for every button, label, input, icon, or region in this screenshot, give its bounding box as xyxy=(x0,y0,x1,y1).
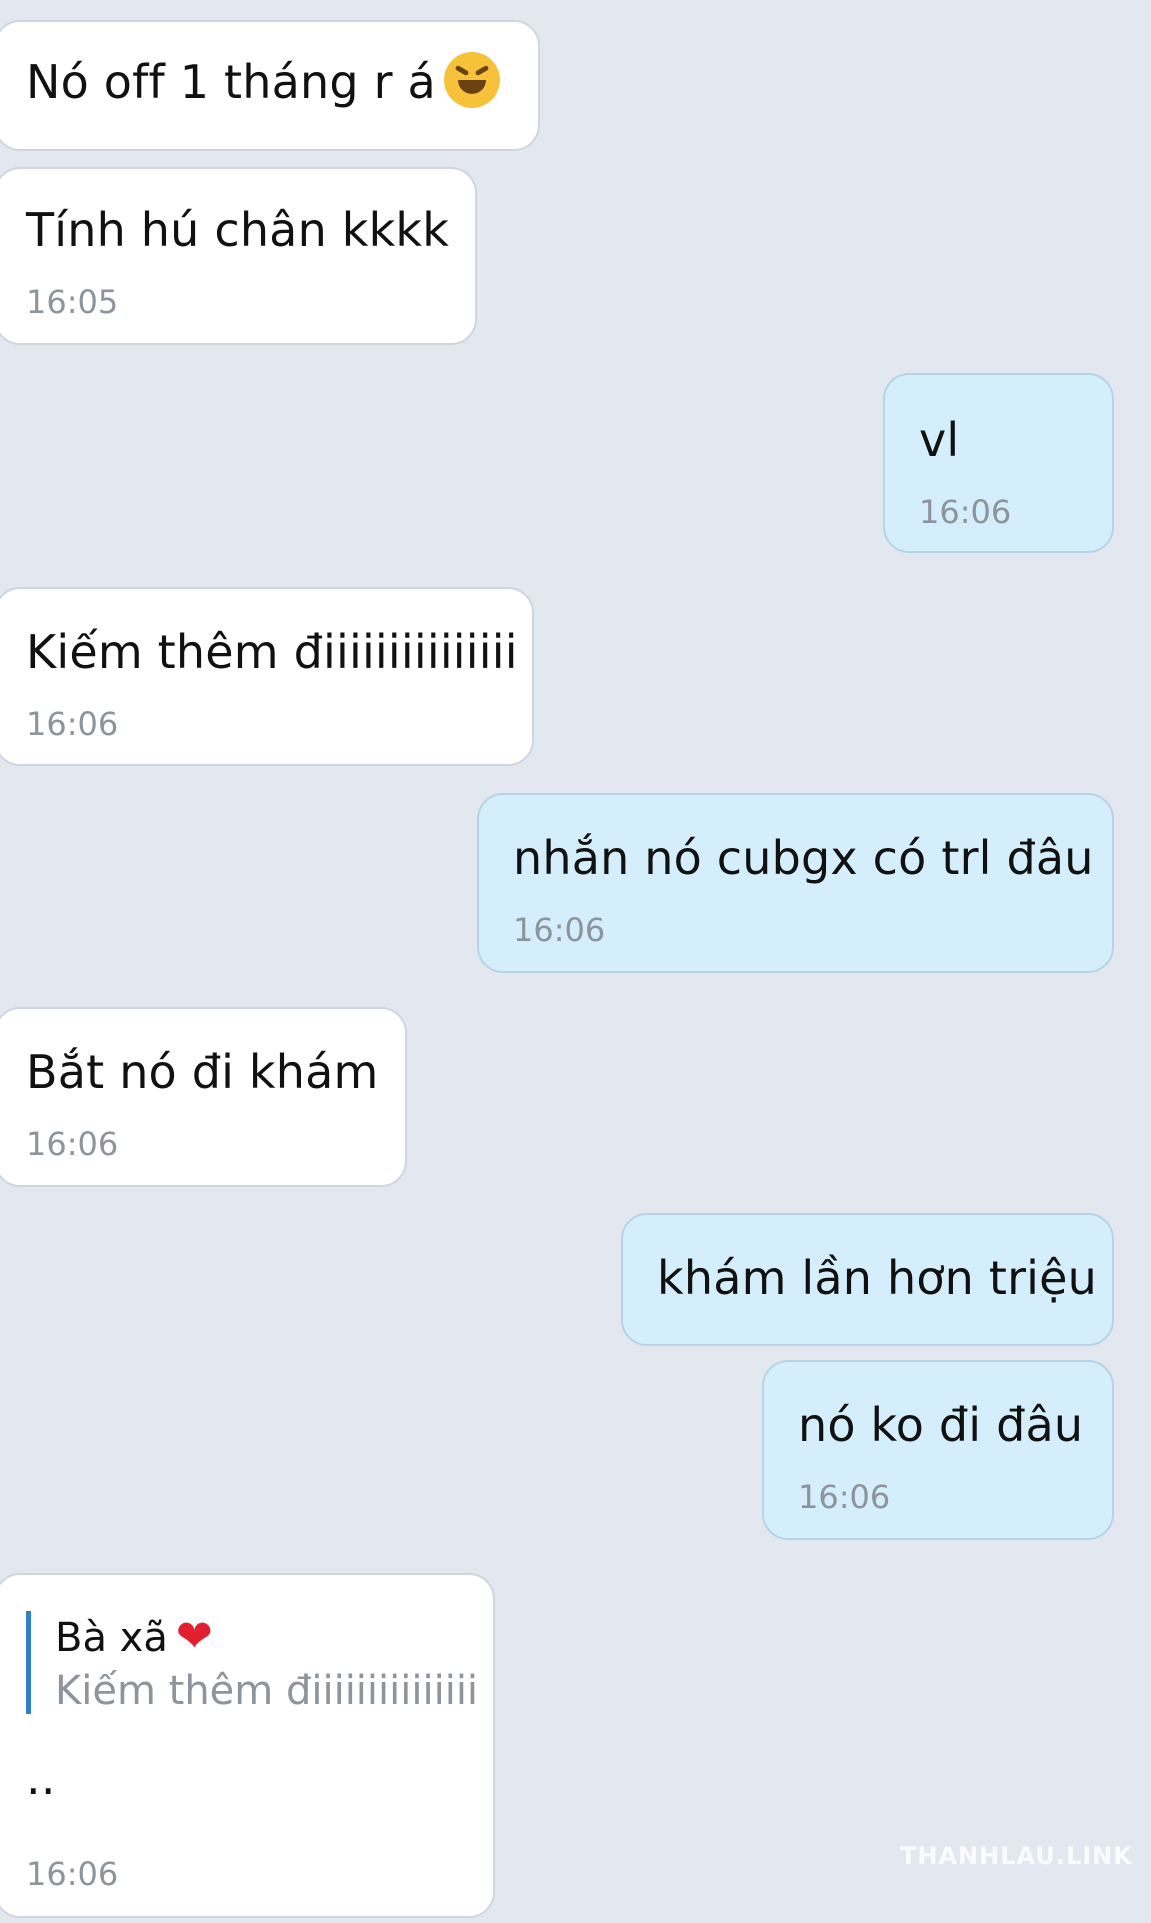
reply-quoted-text: Kiếm thêm điiiiiiiiiiiiiii xyxy=(55,1668,479,1714)
rolling-on-floor-laughing-emoji-icon xyxy=(443,52,500,108)
message-bubble-incoming[interactable]: Nó off 1 tháng r á xyxy=(0,20,540,151)
message-bubble-outgoing[interactable]: nó ko đi đâu 16:06 xyxy=(762,1360,1114,1540)
message-time: 16:05 xyxy=(26,283,119,321)
message-text: nó ko đi đâu xyxy=(798,1398,1084,1452)
chat-screen: { "messages": [ {"text": "Nó off 1 tháng… xyxy=(0,0,1151,1923)
message-time: 16:06 xyxy=(26,705,119,743)
message-text: vl xyxy=(919,413,960,467)
reply-sender-name: Bà xã ❤ xyxy=(55,1611,213,1662)
message-bubble-outgoing[interactable]: khám lần hơn triệu xyxy=(621,1213,1114,1346)
message-time: 16:06 xyxy=(26,1125,119,1163)
message-time: 16:06 xyxy=(26,1855,119,1893)
message-text: .. xyxy=(26,1751,56,1805)
message-text: Tính hú chân kkkk xyxy=(26,203,450,257)
red-heart-icon: ❤ xyxy=(175,1611,213,1662)
message-time: 16:06 xyxy=(513,911,606,949)
message-text: nhắn nó cubgx có trl đâu xyxy=(513,831,1094,885)
message-text: Bắt nó đi khám xyxy=(26,1045,379,1099)
message-text: Nó off 1 tháng r á xyxy=(26,52,500,109)
message-bubble-incoming-reply[interactable]: Bà xã ❤ Kiếm thêm điiiiiiiiiiiiiii .. 16:… xyxy=(0,1573,495,1918)
message-bubble-incoming[interactable]: Kiếm thêm điiiiiiiiiiiiiii 16:06 xyxy=(0,587,534,766)
message-time: 16:06 xyxy=(798,1478,891,1516)
message-bubble-outgoing[interactable]: vl 16:06 xyxy=(883,373,1114,553)
message-text: Kiếm thêm điiiiiiiiiiiiiii xyxy=(26,625,518,679)
message-bubble-outgoing[interactable]: nhắn nó cubgx có trl đâu 16:06 xyxy=(477,793,1114,973)
message-bubble-incoming[interactable]: Tính hú chân kkkk 16:05 xyxy=(0,167,477,345)
watermark: THANHLAU.LINK xyxy=(900,1842,1133,1870)
message-time: 16:06 xyxy=(919,493,1012,531)
message-text: khám lần hơn triệu xyxy=(657,1251,1098,1305)
message-bubble-incoming[interactable]: Bắt nó đi khám 16:06 xyxy=(0,1007,407,1187)
reply-quote[interactable]: Bà xã ❤ Kiếm thêm điiiiiiiiiiiiiii xyxy=(26,1611,478,1714)
